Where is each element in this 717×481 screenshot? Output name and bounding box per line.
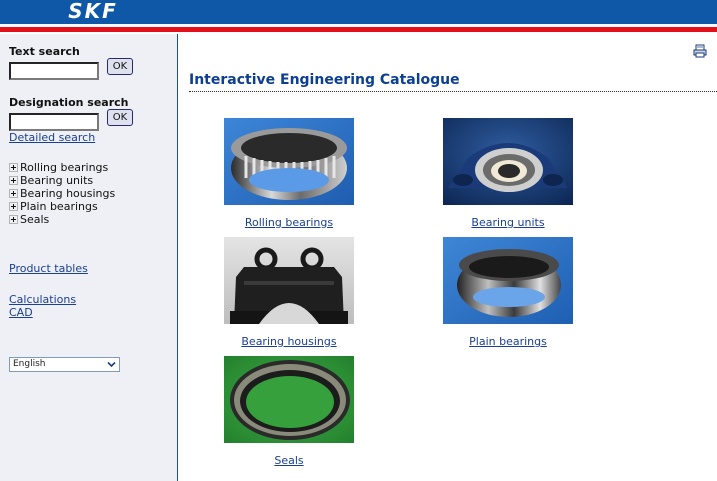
tree-item-label: Bearing units [20, 174, 94, 187]
calculations-link[interactable]: Calculations [9, 293, 76, 306]
printer-icon[interactable] [693, 44, 707, 58]
expand-plus-icon[interactable] [9, 189, 18, 198]
tile-link-bearing-units[interactable]: Bearing units [428, 216, 588, 229]
skf-logo[interactable]: SKF [56, 1, 130, 21]
language-select-value: English [13, 359, 46, 369]
text-search-input[interactable] [9, 62, 99, 80]
designation-search-ok-button[interactable]: OK [107, 109, 133, 126]
text-search-ok-button[interactable]: OK [107, 58, 133, 75]
seal-photo[interactable] [224, 356, 354, 443]
tree-item-bearing-housings[interactable]: Bearing housings [9, 187, 115, 200]
text-search-label: Text search [9, 45, 80, 58]
expand-plus-icon[interactable] [9, 215, 18, 224]
expand-plus-icon[interactable] [9, 202, 18, 211]
header-bar: SKF [0, 0, 717, 24]
language-select[interactable]: English [9, 357, 120, 372]
page-title: Interactive Engineering Catalogue [189, 72, 460, 88]
tree-item-label: Plain bearings [20, 200, 98, 213]
tree-item-label: Rolling bearings [20, 161, 109, 174]
catalogue-page: SKF Text search OK Designation search OK… [0, 0, 717, 481]
designation-search-input[interactable] [9, 113, 99, 131]
designation-search-label: Designation search [9, 96, 129, 109]
tree-item-label: Seals [20, 213, 50, 226]
tile-link-seals[interactable]: Seals [209, 454, 369, 467]
tile-link-bearing-housings[interactable]: Bearing housings [209, 335, 369, 348]
expand-plus-icon[interactable] [9, 163, 18, 172]
plain-bearing-photo[interactable] [443, 237, 573, 324]
cad-link[interactable]: CAD [9, 306, 33, 319]
tree-item-plain-bearings[interactable]: Plain bearings [9, 200, 98, 213]
bearing-unit-photo[interactable] [443, 118, 573, 205]
tile-link-plain-bearings[interactable]: Plain bearings [428, 335, 588, 348]
rolling-bearing-photo[interactable] [224, 118, 354, 205]
product-tables-link[interactable]: Product tables [9, 262, 88, 275]
chevron-down-icon [107, 361, 116, 368]
sidebar: Text search OK Designation search OK Det… [0, 34, 178, 481]
expand-plus-icon[interactable] [9, 176, 18, 185]
tile-link-rolling-bearings[interactable]: Rolling bearings [209, 216, 369, 229]
detailed-search-link[interactable]: Detailed search [9, 131, 95, 144]
tree-item-rolling-bearings[interactable]: Rolling bearings [9, 161, 108, 174]
title-divider [189, 91, 717, 92]
tree-item-label: Bearing housings [20, 187, 116, 200]
bearing-housing-photo[interactable] [224, 237, 354, 324]
svg-text:SKF: SKF [68, 1, 118, 21]
tree-item-seals[interactable]: Seals [9, 213, 49, 226]
tree-item-bearing-units[interactable]: Bearing units [9, 174, 93, 187]
